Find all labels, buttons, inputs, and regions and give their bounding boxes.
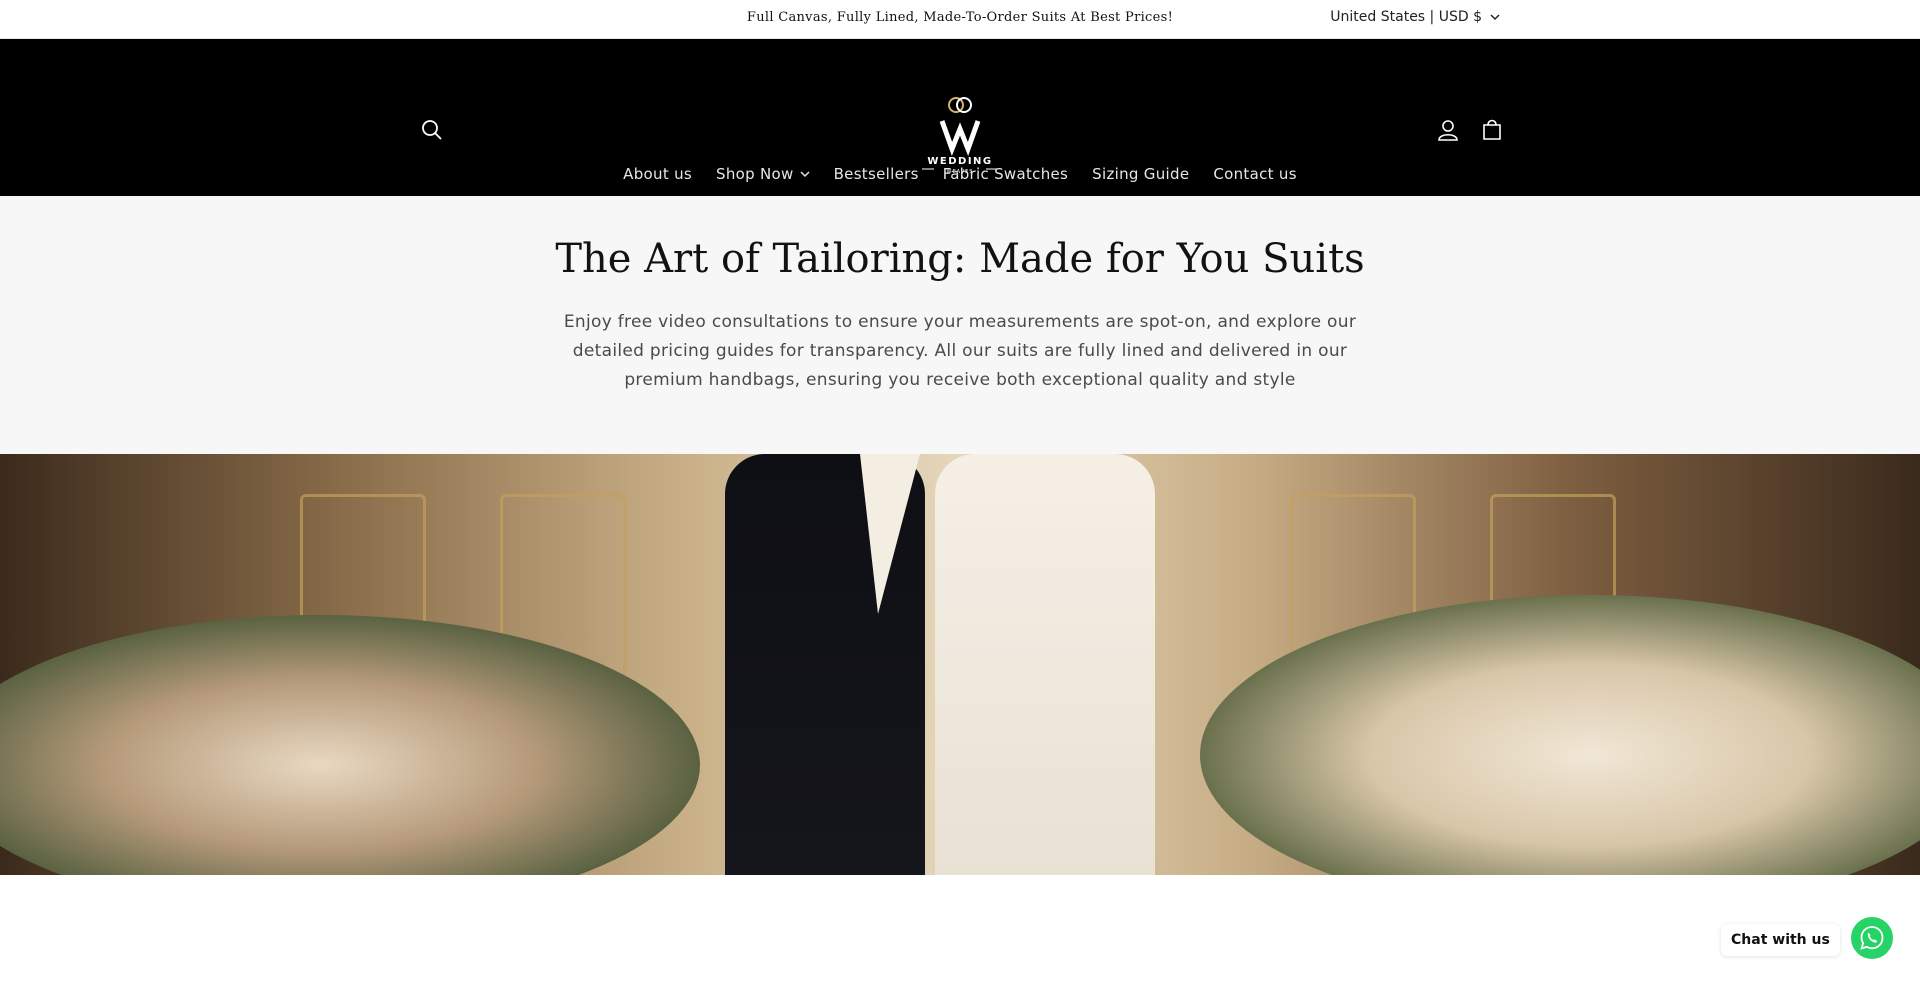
- main-nav: About us Shop Now Bestsellers Fabric Swa…: [0, 165, 1920, 183]
- site-header: WEDDING WEAVES About us Shop Now Bestsel…: [0, 39, 1920, 196]
- chevron-down-icon: [1490, 14, 1500, 21]
- search-icon: [422, 120, 442, 140]
- nav-bestsellers[interactable]: Bestsellers: [834, 165, 919, 183]
- announcement-text: Full Canvas, Fully Lined, Made-To-Order …: [746, 10, 1174, 25]
- nav-contact-us[interactable]: Contact us: [1213, 165, 1296, 183]
- account-icon: [1438, 120, 1458, 141]
- hero-section: The Art of Tailoring: Made for You Suits…: [0, 196, 1920, 454]
- chevron-down-icon: [800, 171, 810, 178]
- cart-icon: [1483, 119, 1501, 140]
- cart-button[interactable]: [1479, 117, 1505, 143]
- country-currency-selector[interactable]: United States | USD $: [1330, 9, 1500, 25]
- hero-description: Enjoy free video consultations to ensure…: [563, 312, 1357, 390]
- hero-banner-image: [0, 454, 1920, 875]
- account-button[interactable]: [1435, 117, 1461, 143]
- brand-logo[interactable]: WEDDING WEAVES: [920, 87, 1000, 175]
- nav-fabric-swatches[interactable]: Fabric Swatches: [943, 165, 1068, 183]
- nav-about-us[interactable]: About us: [623, 165, 692, 183]
- nav-sizing-guide[interactable]: Sizing Guide: [1092, 165, 1189, 183]
- country-currency-label: United States | USD $: [1330, 9, 1482, 25]
- bride-figure: [935, 454, 1155, 875]
- nav-shop-now[interactable]: Shop Now: [716, 165, 810, 183]
- page-title: The Art of Tailoring: Made for You Suits: [555, 236, 1365, 282]
- chat-with-us-label[interactable]: Chat with us: [1721, 924, 1840, 956]
- nav-shop-now-label: Shop Now: [716, 165, 794, 183]
- whatsapp-chat-button[interactable]: [1851, 917, 1893, 959]
- logo-mark: WEDDING WEAVES: [922, 97, 998, 175]
- search-button[interactable]: [419, 117, 445, 143]
- whatsapp-icon: [1860, 926, 1884, 950]
- announcement-bar: Full Canvas, Fully Lined, Made-To-Order …: [0, 0, 1920, 39]
